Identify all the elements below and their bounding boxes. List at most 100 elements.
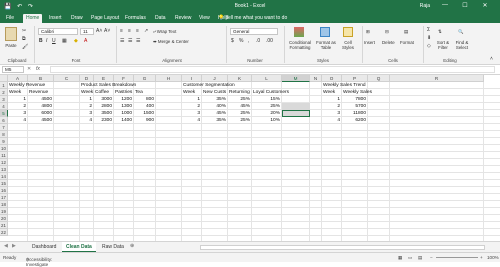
underline-icon[interactable]: U bbox=[52, 38, 56, 44]
row-header[interactable]: 16 bbox=[0, 187, 8, 194]
table-data-cell[interactable]: 900 bbox=[135, 117, 154, 124]
column-header[interactable]: D bbox=[80, 75, 94, 82]
sheet-tab-raw-data[interactable]: Raw Data bbox=[98, 242, 128, 252]
tell-me-box[interactable]: 💡 Tell me what you want to do bbox=[218, 15, 287, 21]
formula-input[interactable] bbox=[50, 66, 495, 73]
table-header-cell[interactable]: Coffee bbox=[95, 89, 112, 96]
sheet-tab-clean-data[interactable]: Clean Data bbox=[62, 242, 96, 252]
align-bottom-icon[interactable]: ≡ bbox=[136, 28, 139, 34]
table-header-cell[interactable]: Week bbox=[183, 89, 200, 96]
row-header[interactable]: 17 bbox=[0, 194, 8, 201]
column-header[interactable]: F bbox=[114, 75, 134, 82]
table-data-cell[interactable]: 4 bbox=[9, 117, 26, 124]
fx-button[interactable]: fx bbox=[36, 66, 40, 72]
column-header[interactable]: J bbox=[202, 75, 228, 82]
column-header[interactable]: K bbox=[228, 75, 252, 82]
decrease-decimal-icon[interactable]: .00 bbox=[266, 38, 273, 44]
page-layout-view-icon[interactable]: ▭ bbox=[408, 255, 412, 261]
table-data-cell[interactable]: 1500 bbox=[135, 110, 154, 117]
tab-data[interactable]: Data bbox=[152, 14, 169, 23]
table-header-cell[interactable]: Revenue bbox=[29, 89, 86, 96]
table-header-cell[interactable]: Week bbox=[81, 89, 93, 96]
table-header-cell[interactable]: New Custs bbox=[203, 89, 226, 96]
table-data-cell[interactable]: 1 bbox=[9, 96, 26, 103]
decrease-font-icon[interactable]: A˅ bbox=[104, 28, 110, 34]
merge-center-button[interactable]: ⬌ Merge & Center bbox=[153, 39, 189, 44]
row-header[interactable]: 3 bbox=[0, 96, 8, 103]
table-title[interactable]: Customer Segmentation bbox=[183, 82, 260, 89]
table-data-cell[interactable]: 11800 bbox=[343, 110, 366, 117]
fill-icon[interactable]: ⬇ bbox=[427, 35, 431, 41]
autosum-icon[interactable]: Σ bbox=[427, 27, 430, 33]
name-box[interactable]: M5 bbox=[2, 66, 24, 73]
horizontal-scrollbar[interactable] bbox=[200, 245, 485, 250]
borders-icon[interactable]: ▦ bbox=[62, 38, 67, 44]
conditional-formatting-button[interactable]: Conditional Formatting bbox=[287, 40, 313, 50]
column-header[interactable]: A bbox=[8, 75, 28, 82]
table-data-cell[interactable]: 1 bbox=[183, 96, 200, 103]
table-data-cell[interactable]: 25% bbox=[229, 117, 250, 124]
column-header[interactable]: L bbox=[252, 75, 282, 82]
row-header[interactable]: 19 bbox=[0, 208, 8, 215]
add-sheet-icon[interactable]: ⊕ bbox=[130, 243, 134, 249]
row-header[interactable]: 22 bbox=[0, 229, 8, 236]
bold-icon[interactable]: B bbox=[39, 38, 43, 44]
column-header[interactable]: M bbox=[282, 75, 310, 82]
align-right-icon[interactable]: ☰ bbox=[136, 38, 140, 44]
table-data-cell[interactable]: 7800 bbox=[343, 96, 366, 103]
table-data-cell[interactable]: 25% bbox=[229, 110, 250, 117]
table-data-cell[interactable]: 45% bbox=[203, 110, 226, 117]
clear-icon[interactable]: ◇ bbox=[427, 43, 431, 49]
align-top-icon[interactable]: ≡ bbox=[120, 28, 123, 34]
align-center-icon[interactable]: ☰ bbox=[128, 38, 132, 44]
table-data-cell[interactable]: 4500 bbox=[29, 117, 52, 124]
table-data-cell[interactable]: 25% bbox=[253, 103, 280, 110]
number-format-select[interactable]: General bbox=[230, 28, 278, 35]
table-data-cell[interactable]: 20% bbox=[253, 110, 280, 117]
sheet-tab-dashboard[interactable]: Dashboard bbox=[28, 242, 60, 252]
insert-cells-button[interactable]: Insert bbox=[364, 40, 375, 45]
tab-insert[interactable]: Insert bbox=[46, 14, 65, 23]
wrap-text-button[interactable]: ⤶ Wrap Text bbox=[153, 29, 176, 34]
align-left-icon[interactable]: ☰ bbox=[120, 38, 124, 44]
table-header-cell[interactable]: Pastries bbox=[115, 89, 132, 96]
table-data-cell[interactable]: 4500 bbox=[29, 96, 52, 103]
normal-view-icon[interactable]: ▦ bbox=[398, 255, 402, 261]
column-header[interactable]: C bbox=[54, 75, 80, 82]
cell-styles-button[interactable]: Cell Styles bbox=[339, 40, 357, 50]
tab-view[interactable]: View bbox=[196, 14, 213, 23]
column-header[interactable]: N bbox=[310, 75, 322, 82]
table-data-cell[interactable]: 2 bbox=[323, 103, 340, 110]
zoom-in-icon[interactable]: + bbox=[480, 255, 483, 260]
table-data-cell[interactable]: 35% bbox=[203, 96, 226, 103]
row-header[interactable]: 14 bbox=[0, 173, 8, 180]
table-data-cell[interactable]: 3500 bbox=[95, 110, 112, 117]
table-data-cell[interactable]: 25% bbox=[229, 96, 250, 103]
table-data-cell[interactable]: 1 bbox=[323, 96, 340, 103]
minimize-button[interactable]: — bbox=[440, 2, 450, 8]
column-header[interactable]: H bbox=[156, 75, 182, 82]
tab-draw[interactable]: Draw bbox=[68, 14, 86, 23]
zoom-out-icon[interactable]: − bbox=[430, 255, 433, 260]
table-data-cell[interactable]: 3 bbox=[9, 110, 26, 117]
table-data-cell[interactable]: 3 bbox=[323, 110, 340, 117]
row-header[interactable]: 18 bbox=[0, 201, 8, 208]
cancel-icon[interactable]: ✕ bbox=[27, 66, 31, 72]
column-header[interactable]: O bbox=[322, 75, 342, 82]
table-data-cell[interactable]: 800 bbox=[135, 96, 154, 103]
format-cells-button[interactable]: Format bbox=[400, 40, 414, 45]
table-title[interactable]: Weekly Revenue bbox=[9, 82, 86, 89]
table-data-cell[interactable]: 1000 bbox=[115, 110, 132, 117]
page-break-view-icon[interactable]: ▤ bbox=[418, 255, 422, 261]
table-data-cell[interactable]: 2 bbox=[9, 103, 26, 110]
row-header[interactable]: 6 bbox=[0, 117, 8, 124]
maximize-button[interactable]: ☐ bbox=[460, 2, 470, 9]
table-header-cell[interactable]: Weekly Sales bbox=[343, 89, 400, 96]
tab-review[interactable]: Review bbox=[172, 14, 194, 23]
table-data-cell[interactable]: 1300 bbox=[115, 103, 132, 110]
column-header[interactable]: G bbox=[134, 75, 156, 82]
row-header[interactable]: 13 bbox=[0, 166, 8, 173]
table-data-cell[interactable]: 4 bbox=[81, 117, 92, 124]
format-as-table-button[interactable]: Format as Table bbox=[315, 40, 337, 50]
table-data-cell[interactable]: 3000 bbox=[95, 96, 112, 103]
